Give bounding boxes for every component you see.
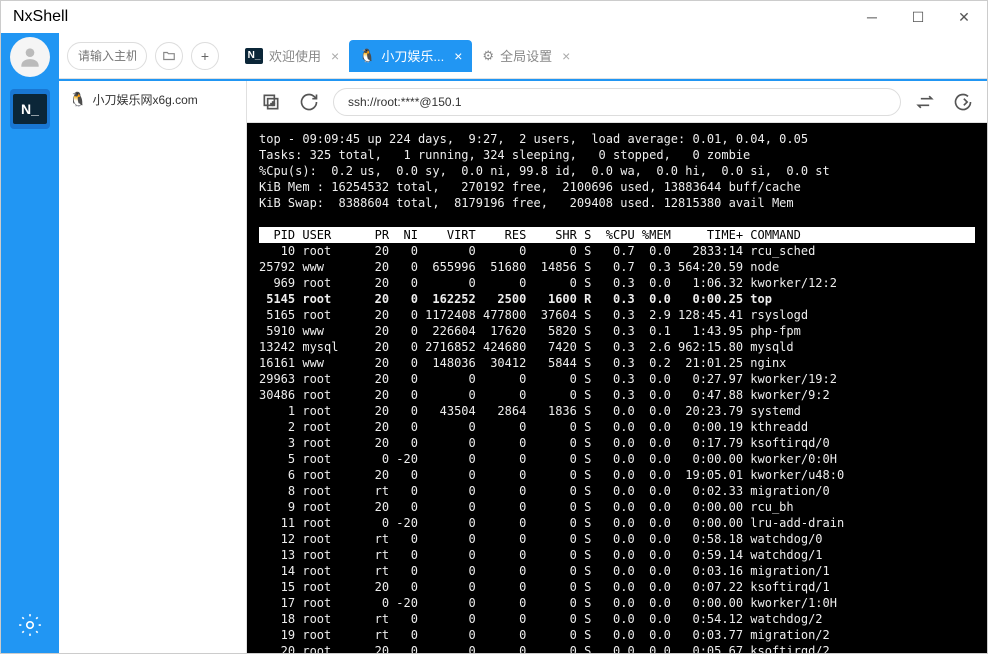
minimize-button[interactable]: ─ xyxy=(849,1,895,33)
terminal-output[interactable]: top - 09:09:45 up 224 days, 9:27, 2 user… xyxy=(247,123,987,653)
close-icon[interactable]: × xyxy=(331,48,339,64)
titlebar: NxShell ─ ☐ ✕ xyxy=(1,1,987,33)
sidebar-logo[interactable]: N_ xyxy=(10,89,50,129)
linux-icon: 🐧 xyxy=(359,48,375,64)
close-button[interactable]: ✕ xyxy=(941,1,987,33)
swap-button[interactable] xyxy=(911,88,939,116)
close-icon[interactable]: × xyxy=(562,48,570,64)
add-button[interactable]: + xyxy=(191,42,219,70)
maximize-button[interactable]: ☐ xyxy=(895,1,941,33)
app-icon: N_ xyxy=(245,48,263,64)
folder-button[interactable] xyxy=(155,42,183,70)
duplicate-button[interactable] xyxy=(257,88,285,116)
refresh-button[interactable] xyxy=(295,88,323,116)
settings-icon[interactable] xyxy=(10,605,50,645)
session-tree: 🐧 小刀娱乐网x6g.com xyxy=(59,81,247,653)
address-bar xyxy=(247,81,987,123)
tab-session[interactable]: 🐧 小刀娱乐... × xyxy=(349,40,472,72)
host-input[interactable] xyxy=(67,42,147,70)
tab-settings[interactable]: ⚙ 全局设置 × xyxy=(472,40,580,72)
linux-icon: 🐧 xyxy=(69,91,86,108)
window-title: NxShell xyxy=(13,8,68,26)
avatar[interactable] xyxy=(10,37,50,77)
go-button[interactable] xyxy=(949,88,977,116)
tab-welcome[interactable]: N_ 欢迎使用 × xyxy=(235,40,349,72)
top-row: + N_ 欢迎使用 × 🐧 小刀娱乐... × ⚙ 全局设置 × xyxy=(59,33,987,79)
tree-item[interactable]: 🐧 小刀娱乐网x6g.com xyxy=(59,87,246,112)
close-icon[interactable]: × xyxy=(454,48,462,64)
sidebar: N_ xyxy=(1,33,59,653)
address-input[interactable] xyxy=(333,88,901,116)
gear-icon: ⚙ xyxy=(482,48,494,64)
